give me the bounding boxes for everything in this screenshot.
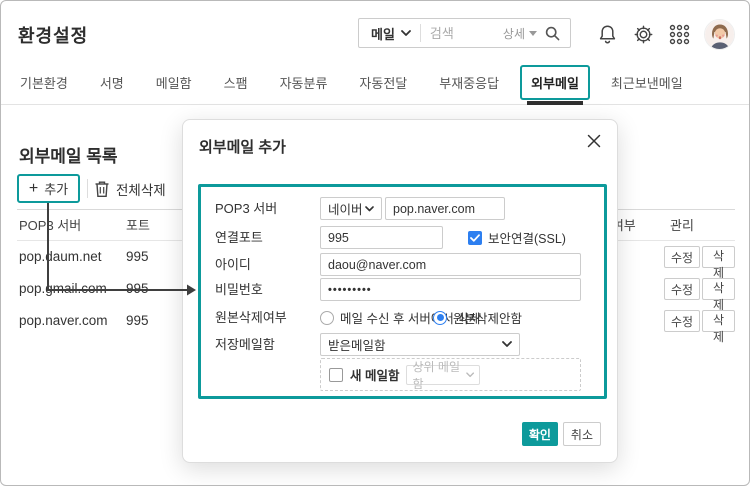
settings-tabs: 기본환경 서명 메일함 스팸 자동분류 자동전달 부재중응답 외부메일 최근보낸… bbox=[1, 61, 750, 105]
trash-icon bbox=[94, 180, 110, 198]
chevron-down-icon bbox=[466, 372, 474, 378]
tab-away-reply[interactable]: 부재중응답 bbox=[428, 65, 510, 100]
edit-button[interactable]: 수정 bbox=[664, 278, 700, 300]
delete-button[interactable]: 삭제 bbox=[702, 246, 735, 268]
plus-icon: + bbox=[29, 181, 38, 197]
parent-mailbox-select[interactable]: 상위 메일함 bbox=[406, 365, 480, 385]
cancel-button[interactable]: 취소 bbox=[563, 422, 601, 446]
radio-keep-original[interactable]: 원본삭제안함 bbox=[433, 306, 522, 329]
server-label: POP3 서버 bbox=[215, 197, 277, 220]
advanced-search-toggle[interactable]: 상세 bbox=[503, 25, 537, 42]
edit-button[interactable]: 수정 bbox=[664, 310, 700, 332]
add-button-label: 추가 bbox=[44, 179, 68, 198]
tab-signature[interactable]: 서명 bbox=[89, 65, 135, 100]
tab-mailbox[interactable]: 메일함 bbox=[145, 65, 203, 100]
chevron-down-icon bbox=[401, 24, 411, 42]
port-field-wrap bbox=[320, 226, 443, 249]
port-label: 연결포트 bbox=[215, 226, 263, 249]
avatar-image bbox=[705, 20, 735, 50]
gear-icon bbox=[633, 24, 654, 45]
chevron-down-icon bbox=[365, 206, 374, 212]
search-icon bbox=[545, 26, 560, 41]
chevron-down-icon bbox=[502, 341, 512, 348]
cell-port: 995 bbox=[126, 241, 149, 273]
tab-auto-forward[interactable]: 자동전달 bbox=[348, 65, 418, 100]
column-header-port: 포트 bbox=[126, 210, 150, 242]
form-highlight-box: POP3 서버 네이버 연결포트 보안연결(SSL) bbox=[198, 184, 607, 399]
divider bbox=[87, 179, 88, 198]
search-bar: 메일 상세 bbox=[358, 18, 571, 48]
apps-button[interactable] bbox=[668, 22, 692, 46]
bell-icon bbox=[598, 24, 617, 45]
delete-button[interactable]: 삭제 bbox=[702, 310, 735, 332]
tab-recent-sent[interactable]: 최근보낸메일 bbox=[600, 65, 694, 100]
search-scope-select[interactable]: 메일 bbox=[359, 24, 420, 43]
delete-flag-label: 원본삭제여부 bbox=[215, 306, 287, 329]
server-host-input[interactable] bbox=[386, 198, 504, 219]
tab-external-mail[interactable]: 외부메일 bbox=[520, 65, 590, 100]
settings-page: 환경설정 메일 상세 bbox=[0, 0, 750, 486]
new-mailbox-area: 새 메일함 상위 메일함 bbox=[320, 358, 581, 391]
tab-auto-sort[interactable]: 자동분류 bbox=[269, 65, 339, 100]
id-field-wrap bbox=[320, 253, 581, 276]
password-field-wrap bbox=[320, 278, 581, 301]
modal-title: 외부메일 추가 bbox=[199, 136, 286, 157]
column-header-manage: 관리 bbox=[670, 210, 694, 242]
column-header-server: POP3 서버 bbox=[19, 210, 81, 242]
delete-all-button[interactable]: 전체삭제 bbox=[94, 179, 166, 199]
parent-mailbox-value: 상위 메일함 bbox=[412, 358, 466, 392]
server-provider-select[interactable]: 네이버 bbox=[320, 197, 382, 220]
notifications-button[interactable] bbox=[595, 22, 619, 46]
settings-button[interactable] bbox=[631, 22, 655, 46]
page-title: 환경설정 bbox=[18, 22, 88, 48]
search-scope-value: 메일 bbox=[371, 24, 395, 43]
add-external-mail-modal: 외부메일 추가 POP3 서버 네이버 연결포트 bbox=[182, 119, 618, 463]
id-input[interactable] bbox=[321, 254, 580, 275]
port-input[interactable] bbox=[321, 227, 442, 248]
search-input[interactable] bbox=[421, 26, 503, 41]
new-mailbox-label: 새 메일함 bbox=[350, 365, 399, 384]
search-button[interactable] bbox=[537, 26, 570, 41]
close-icon bbox=[587, 134, 601, 148]
user-avatar[interactable] bbox=[704, 19, 735, 50]
server-host-field-wrap bbox=[385, 197, 505, 220]
mailbox-value: 받은메일함 bbox=[328, 335, 386, 354]
edit-button[interactable]: 수정 bbox=[664, 246, 700, 268]
new-mailbox-checkbox[interactable] bbox=[329, 368, 343, 382]
password-input[interactable] bbox=[321, 279, 580, 300]
ssl-label: 보안연결(SSL) bbox=[488, 228, 566, 247]
caret-down-icon bbox=[529, 31, 537, 36]
modal-actions: 확인 취소 bbox=[522, 422, 601, 446]
close-button[interactable] bbox=[584, 131, 604, 151]
mailbox-select[interactable]: 받은메일함 bbox=[320, 333, 520, 356]
radio-selected-icon bbox=[433, 311, 447, 325]
add-button[interactable]: + 추가 bbox=[17, 174, 80, 203]
tab-basic[interactable]: 기본환경 bbox=[9, 65, 79, 100]
header-icons bbox=[595, 19, 735, 49]
radio-keep-original-label: 원본삭제안함 bbox=[453, 308, 522, 327]
cell-port: 995 bbox=[126, 273, 149, 305]
cell-server: pop.gmail.com bbox=[19, 273, 107, 305]
server-provider-value: 네이버 bbox=[328, 199, 363, 218]
list-title: 외부메일 목록 bbox=[19, 142, 118, 167]
delete-all-label: 전체삭제 bbox=[116, 179, 166, 199]
id-label: 아이디 bbox=[215, 253, 251, 276]
tab-spam[interactable]: 스팸 bbox=[213, 65, 259, 100]
cell-server: pop.naver.com bbox=[19, 305, 108, 337]
cell-port: 995 bbox=[126, 305, 149, 337]
confirm-button[interactable]: 확인 bbox=[522, 422, 558, 446]
checkbox-checked-icon bbox=[468, 231, 482, 245]
ssl-checkbox[interactable]: 보안연결(SSL) bbox=[468, 226, 566, 249]
advanced-search-label: 상세 bbox=[503, 25, 525, 42]
cell-server: pop.daum.net bbox=[19, 241, 102, 273]
mailbox-label: 저장메일함 bbox=[215, 333, 275, 356]
radio-unselected-icon bbox=[320, 311, 334, 325]
apps-grid-icon bbox=[669, 24, 690, 45]
password-label: 비밀번호 bbox=[215, 278, 263, 301]
delete-button[interactable]: 삭제 bbox=[702, 278, 735, 300]
